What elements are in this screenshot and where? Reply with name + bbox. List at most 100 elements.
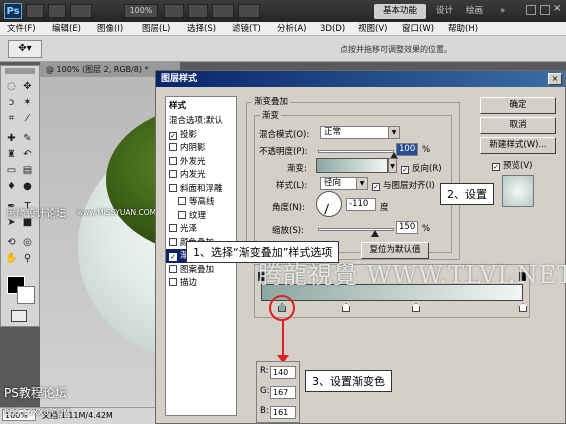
style-item[interactable]: 光泽	[166, 222, 236, 236]
toolbox-grip[interactable]	[5, 68, 35, 74]
rgb-g-value[interactable]: 167	[270, 386, 296, 399]
cancel-button[interactable]: 取消	[480, 117, 556, 134]
background-color-swatch[interactable]	[17, 286, 35, 304]
menu-edit[interactable]: 编辑(E)	[52, 22, 81, 36]
preview-checkbox[interactable]: ✓ 预览(V)	[492, 159, 532, 171]
quick-mask-icon[interactable]	[11, 310, 27, 322]
align-with-layer-checkbox[interactable]: ✓ 与图层对齐(I)	[372, 179, 435, 191]
hand-tool-icon[interactable]: ✋	[5, 252, 18, 265]
maximize-icon[interactable]	[540, 5, 550, 15]
menu-help[interactable]: 帮助(H)	[448, 22, 478, 36]
style-item[interactable]: 混合选项:默认	[166, 114, 236, 128]
move-tool-preset-picker[interactable]: ✥▾	[8, 40, 42, 58]
style-checkbox[interactable]	[178, 210, 186, 219]
lasso-tool-icon[interactable]: ↄ	[5, 96, 18, 109]
style-item[interactable]: 内发光	[166, 168, 236, 182]
screen-mode-button[interactable]	[238, 4, 260, 18]
align-with-layer-label: 与图层对齐(I)	[383, 181, 435, 191]
style-checkbox[interactable]: ✓	[169, 131, 177, 140]
gradient-style-select[interactable]: 径向 ▼	[320, 177, 368, 190]
3d-orbit-tool-icon[interactable]: ◎	[21, 236, 34, 249]
style-checkbox[interactable]	[169, 170, 177, 178]
style-checkbox[interactable]	[169, 237, 177, 246]
zoom-level-select[interactable]: 100%	[124, 4, 158, 18]
rotate-view-button[interactable]	[188, 4, 208, 18]
style-item-label: 外发光	[180, 156, 206, 167]
dodge-tool-icon[interactable]: ●	[21, 180, 34, 193]
rgb-b-value[interactable]: 161	[270, 406, 296, 419]
style-checkbox[interactable]	[169, 143, 177, 151]
crop-tool-icon[interactable]: ⌗	[5, 112, 18, 125]
menu-window[interactable]: 窗口(W)	[402, 22, 434, 36]
blend-mode-select[interactable]: 正常 ▼	[320, 126, 400, 139]
menu-3d[interactable]: 3D(D)	[320, 22, 345, 36]
scale-input[interactable]: 150	[396, 221, 418, 234]
workspace-essentials-tab[interactable]: 基本功能	[374, 4, 426, 19]
opacity-input[interactable]: 100	[396, 143, 418, 156]
move-tool-icon[interactable]: ✥	[21, 80, 34, 93]
scale-slider-knob[interactable]	[371, 230, 379, 237]
brush-tool-icon[interactable]: ✎	[21, 132, 34, 145]
style-item[interactable]: ✓ 投影	[166, 128, 236, 142]
workspace-painting-tab[interactable]: 绘画	[466, 4, 483, 19]
eraser-tool-icon[interactable]: ▭	[5, 164, 18, 177]
zoom-tool-icon[interactable]: ⚲	[21, 252, 34, 265]
bridge-button[interactable]	[26, 4, 44, 18]
magic-wand-tool-icon[interactable]: ✶	[21, 96, 34, 109]
gradient-dropdown-icon[interactable]: ▼	[388, 158, 397, 173]
scale-slider[interactable]	[318, 228, 394, 231]
reverse-checkbox[interactable]: ✓ 反向(R)	[401, 162, 442, 174]
style-item[interactable]: 图案叠加	[166, 263, 236, 277]
style-checkbox[interactable]: ✓	[169, 253, 177, 261]
hand-tool-button[interactable]	[164, 4, 184, 18]
blur-tool-icon[interactable]: ♦	[5, 180, 18, 193]
3d-rotate-tool-icon[interactable]: ⟲	[5, 236, 18, 249]
style-item[interactable]: 纹理	[166, 209, 236, 223]
scale-label: 缩放(S):	[272, 226, 304, 236]
menu-select[interactable]: 选择(S)	[187, 22, 216, 36]
ok-button[interactable]: 确定	[480, 97, 556, 114]
menu-file[interactable]: 文件(F)	[7, 22, 36, 36]
style-checkbox[interactable]	[169, 278, 177, 286]
close-app-icon[interactable]: ×	[553, 3, 564, 17]
angle-input[interactable]: -110	[346, 198, 376, 211]
style-checkbox[interactable]	[169, 156, 177, 165]
clone-stamp-tool-icon[interactable]: ♜	[5, 148, 18, 161]
eyedropper-tool-icon[interactable]: ⁄	[21, 112, 34, 125]
guides-menu-button[interactable]	[70, 4, 92, 18]
rgb-r-value[interactable]: 140	[270, 366, 296, 379]
workspace-more-icon[interactable]: »	[500, 4, 505, 19]
preview-check-icon: ✓	[492, 163, 500, 171]
minibridge-button[interactable]	[48, 4, 66, 18]
opacity-slider[interactable]	[318, 150, 394, 153]
menu-image[interactable]: 图像(I)	[97, 22, 123, 36]
angle-dial[interactable]	[316, 191, 342, 217]
style-item[interactable]: 描边	[166, 276, 236, 290]
arrange-documents-button[interactable]	[212, 4, 234, 18]
new-style-button[interactable]: 新建样式(W)...	[480, 137, 556, 154]
style-checkbox[interactable]	[169, 264, 177, 273]
minimize-icon[interactable]	[526, 5, 536, 15]
workspace-design-tab[interactable]: 设计	[436, 4, 453, 19]
healing-brush-tool-icon[interactable]: ✚	[5, 132, 18, 145]
angle-degree-unit: 度	[380, 203, 389, 213]
menu-filter[interactable]: 滤镜(T)	[232, 22, 261, 36]
rgb-row-r: R: 140	[260, 366, 298, 379]
menu-view[interactable]: 视图(V)	[358, 22, 387, 36]
gradient-overlay-title: 渐变叠加	[252, 95, 291, 107]
style-item[interactable]: 斜面和浮雕	[166, 182, 236, 196]
style-checkbox[interactable]	[169, 224, 177, 232]
style-checkbox[interactable]	[169, 183, 177, 192]
marquee-tool-icon[interactable]: ◌	[5, 80, 18, 93]
style-item[interactable]: 内阴影	[166, 141, 236, 155]
styles-header[interactable]: 样式	[166, 99, 236, 113]
style-item[interactable]: 外发光	[166, 155, 236, 169]
style-item[interactable]: 等高线	[166, 195, 236, 209]
menu-analysis[interactable]: 分析(A)	[277, 22, 306, 36]
history-brush-tool-icon[interactable]: ↶	[21, 148, 34, 161]
dialog-close-button[interactable]: ×	[548, 73, 562, 85]
menu-layer[interactable]: 图层(L)	[142, 22, 170, 36]
style-checkbox[interactable]	[178, 197, 186, 205]
gradient-tool-icon[interactable]: ▤	[21, 164, 34, 177]
gradient-preview-swatch[interactable]	[316, 158, 388, 173]
